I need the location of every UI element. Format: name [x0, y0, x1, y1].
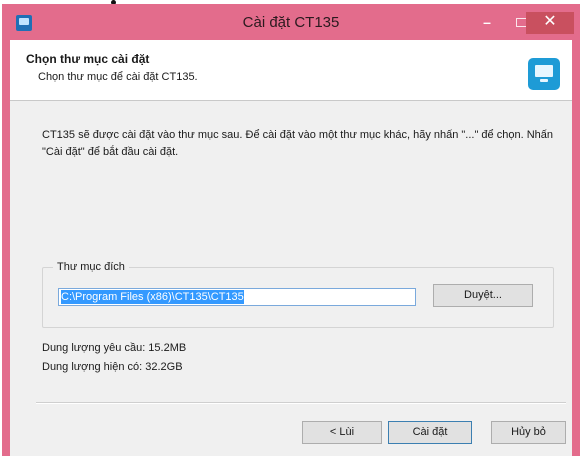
minimize-button[interactable]: –	[474, 12, 500, 34]
monitor-screen	[535, 65, 553, 77]
back-button[interactable]: < Lùi	[302, 421, 382, 444]
page-subtitle: Chọn thư mục để cài đặt CT135.	[38, 71, 198, 83]
cancel-button[interactable]: Hủy bỏ	[491, 421, 566, 444]
space-required-text: Dung lượng yêu cầu: 15.2MB	[42, 342, 187, 354]
maximize-icon	[515, 18, 527, 27]
page-title: Chọn thư mục cài đặt	[26, 52, 150, 66]
destination-folder-group: Thư mục đích C:\Program Files (x86)\CT13…	[42, 261, 554, 328]
monitor-stand	[540, 79, 548, 82]
installer-client-area: Chọn thư mục cài đặt Chọn thư mục để cài…	[10, 40, 572, 456]
install-button[interactable]: Cài đặt	[388, 421, 472, 444]
destination-folder-label: Thư mục đích	[53, 261, 129, 273]
close-button[interactable]: ✕	[526, 12, 574, 34]
install-description: CT135 sẽ được cài đặt vào thư mục sau. Đ…	[42, 129, 553, 158]
monitor-icon	[528, 58, 560, 90]
browse-button[interactable]: Duyệt...	[433, 284, 533, 307]
wizard-header: Chọn thư mục cài đặt Chọn thư mục để cài…	[10, 40, 572, 101]
installer-window: Cài đặt CT135 – ✕ Chọn thư mục cài đặt C…	[2, 4, 580, 456]
destination-path-text: C:\Program Files (x86)\CT135\CT135	[61, 290, 244, 304]
footer-divider	[36, 402, 566, 404]
destination-path-input[interactable]: C:\Program Files (x86)\CT135\CT135	[58, 288, 416, 306]
space-available-text: Dung lượng hiện có: 32.2GB	[42, 361, 183, 373]
title-bar[interactable]: Cài đặt CT135 – ✕	[2, 4, 580, 40]
